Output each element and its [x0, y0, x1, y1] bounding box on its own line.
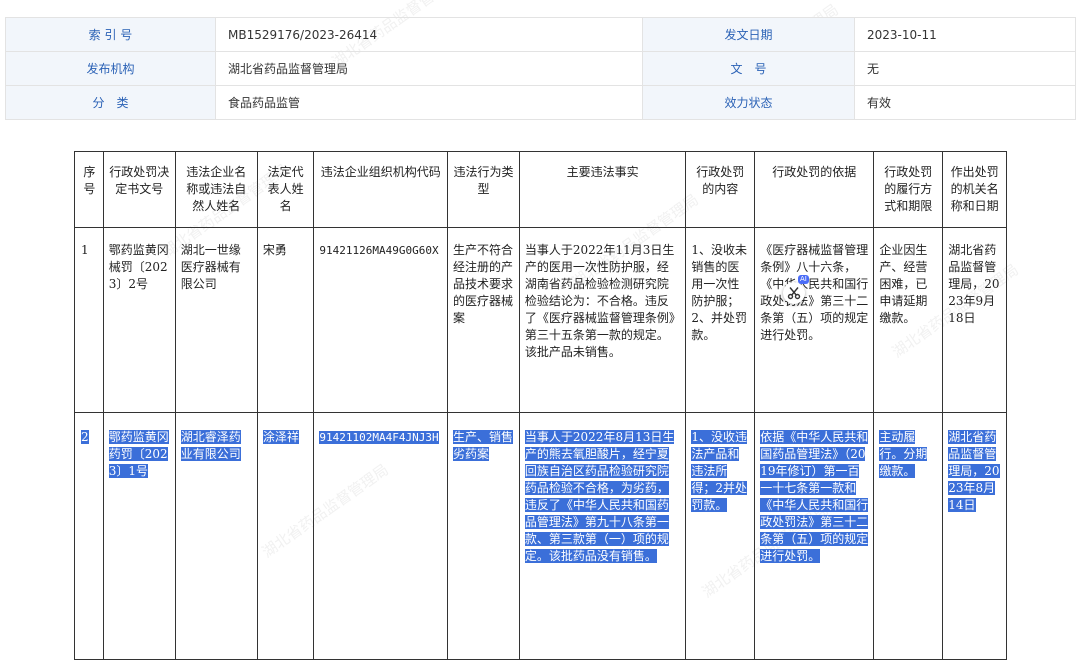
header-cell: 行政处罚的履行方式和期限: [873, 151, 944, 228]
decision-doc-number: 鄂药监黄冈械罚〔2023〕2号: [102, 227, 176, 413]
violation-type: 生产不符合经注册的产品技术要求的医疗器械案: [446, 227, 520, 413]
index-label: 索 引 号: [5, 17, 216, 52]
status-label: 效力状态: [642, 85, 855, 120]
category-value: 食品药品监管: [215, 85, 643, 120]
header-cell: 序号: [74, 151, 104, 228]
header-cell: 法定代表人姓名: [256, 151, 315, 228]
header-cell: 作出处罚的机关名称和日期: [942, 151, 1007, 228]
decision-doc-number[interactable]: 鄂药监黄冈药罚〔2023〕1号: [108, 430, 169, 478]
authority-and-date: 湖北省药品监督管理局，2023年9月18日: [942, 227, 1007, 413]
date-value: 2023-10-11: [854, 17, 1076, 52]
status-value: 有效: [854, 85, 1076, 120]
table-row: 2 鄂药监黄冈药罚〔2023〕1号 湖北睿泽药业有限公司 涂泽祥 9142110…: [74, 412, 1007, 660]
execution-method: 企业因生产、经营困难，已申请延期缴款。: [873, 227, 944, 413]
header-cell: 行政处罚的内容: [685, 151, 756, 228]
org-code: 91421126MA49G0G60X: [313, 227, 448, 413]
header-cell: 违法企业名称或违法自然人姓名: [174, 151, 258, 228]
category-label: 分 类: [5, 85, 216, 120]
org-value: 湖北省药品监督管理局: [215, 51, 643, 86]
penalty-table: 序号 行政处罚决定书文号 违法企业名称或违法自然人姓名 法定代表人姓名 违法企业…: [74, 151, 1007, 660]
row-number: 1: [74, 227, 104, 413]
document-meta-table: 索 引 号 MB1529176/2023-26414 发文日期 2023-10-…: [5, 17, 1076, 120]
penalty-content: 1、没收未销售的医用一次性防护服；2、并处罚款。: [685, 227, 756, 413]
index-value: MB1529176/2023-26414: [215, 17, 643, 52]
company-name[interactable]: 湖北睿泽药业有限公司: [180, 430, 241, 461]
org-code[interactable]: 91421102MA4F4JNJ3H: [319, 431, 439, 444]
authority-and-date[interactable]: 湖北省药品监督管理局，2023年8月14日: [948, 430, 1000, 512]
org-label: 发布机构: [5, 51, 216, 86]
company-name: 湖北一世缘医疗器械有限公司: [174, 227, 258, 413]
ai-clip-tool-button[interactable]: AI: [783, 275, 809, 304]
penalty-basis[interactable]: 依据《中华人民共和国药品管理法》（2019年修订）第一百一十七条第一款和《中华人…: [760, 430, 869, 563]
header-cell: 主要违法事实: [518, 151, 687, 228]
violation-facts: 当事人于2022年11月3日生产的医用一次性防护服，经湖南省药品检验检测研究院检…: [518, 227, 687, 413]
penalty-basis: 《医疗器械监督管理条例》八十六条，《中华人民共和国行政处罚法》第三十二条第（五）…: [754, 227, 875, 413]
header-cell: 行政处罚决定书文号: [102, 151, 176, 228]
violation-type[interactable]: 生产、销售劣药案: [452, 430, 513, 461]
date-label: 发文日期: [642, 17, 855, 52]
table-header-row: 序号 行政处罚决定书文号 违法企业名称或违法自然人姓名 法定代表人姓名 违法企业…: [74, 151, 1007, 228]
scissors-icon: [787, 287, 801, 300]
header-cell: 行政处罚的依据: [754, 151, 875, 228]
legal-representative[interactable]: 涂泽祥: [262, 430, 299, 444]
docno-value: 无: [854, 51, 1076, 86]
legal-representative: 宋勇: [256, 227, 315, 413]
header-cell: 违法行为类型: [446, 151, 520, 228]
ai-badge: AI: [798, 275, 809, 284]
violation-facts[interactable]: 当事人于2022年8月13日生产的熊去氧胆酸片，经宁夏回族自治区药品检验研究院药…: [524, 430, 675, 563]
execution-method[interactable]: 主动履行。分期缴款。: [879, 430, 928, 478]
header-cell: 违法企业组织机构代码: [313, 151, 448, 228]
docno-label: 文 号: [642, 51, 855, 86]
penalty-content[interactable]: 1、没收违法产品和违法所得；2并处罚款。: [691, 430, 747, 512]
row-number[interactable]: 2: [81, 430, 89, 444]
table-row: 1 鄂药监黄冈械罚〔2023〕2号 湖北一世缘医疗器械有限公司 宋勇 91421…: [74, 227, 1007, 413]
